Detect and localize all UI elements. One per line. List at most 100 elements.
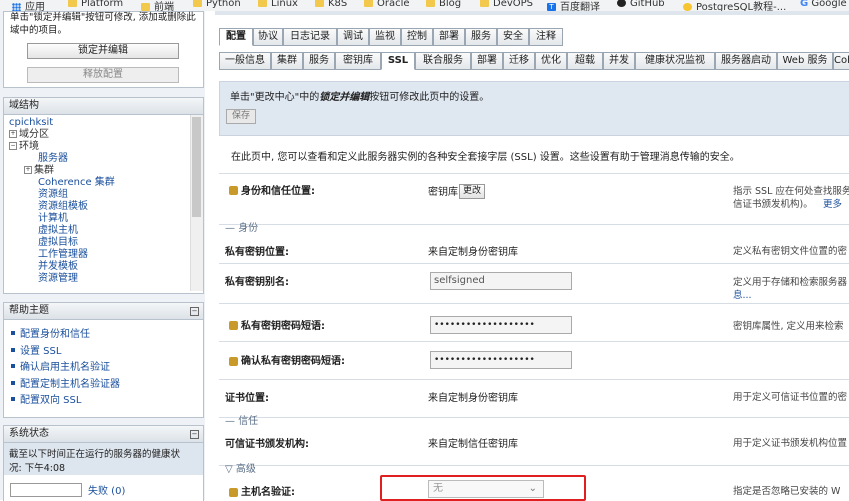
tab-security[interactable]: 安全 — [497, 28, 529, 46]
bookmark-github[interactable]: GitHub — [617, 0, 665, 9]
bookmark-google[interactable]: G Google — [800, 0, 847, 9]
divider — [219, 173, 849, 174]
subtab-server-start[interactable]: 服务器启动 — [715, 52, 777, 70]
help-link-two-way-ssl[interactable]: 配置双向 SSL — [20, 391, 81, 406]
subtab-health-monitoring[interactable]: 健康状况监视 — [635, 52, 715, 70]
subtab-federation-services[interactable]: 联合服务 — [415, 52, 471, 70]
tree-item-environment[interactable]: − 环境 — [9, 141, 39, 153]
tree-item-resource-groups[interactable]: 资源组 — [38, 189, 68, 201]
tree-scrollbar[interactable] — [190, 115, 203, 291]
help-link-identity-trust[interactable]: 配置身份和信任 — [20, 325, 90, 340]
bookmark-k8s[interactable]: K8S — [315, 0, 347, 9]
private-key-location-desc: 定义私有密钥文件位置的密 — [733, 246, 848, 257]
help-link-custom-hostname-verifier[interactable]: 配置定制主机名验证器 — [20, 375, 120, 390]
private-key-alias-desc2[interactable]: 息... — [733, 287, 752, 301]
scrollbar-thumb[interactable] — [192, 117, 201, 217]
tab-logging[interactable]: 日志记录 — [283, 28, 337, 46]
subtab-coherence[interactable]: Cohe — [833, 52, 849, 70]
key-icon — [229, 357, 238, 366]
subtab-general[interactable]: 一般信息 — [219, 52, 271, 70]
confirm-pass-phrase-input[interactable]: ••••••••••••••••••• — [430, 351, 572, 369]
more-link[interactable]: 更多 — [823, 196, 842, 210]
bullet-icon — [11, 381, 15, 385]
tree-item-servers[interactable]: 服务器 — [38, 153, 68, 165]
subtab-ssl[interactable]: SSL — [381, 52, 415, 70]
tab-control[interactable]: 控制 — [401, 28, 433, 46]
section-identity: — 身份 — [225, 223, 259, 234]
expand-icon[interactable]: + — [9, 130, 17, 138]
domain-structure-panel: 域结构 cpichksit + 域分区 − 环境 服务器 + 集群 Coherence… — [3, 97, 204, 294]
intro-text: 在此页中, 您可以查看和定义此服务器实例的各种安全套接字层 (SSL) 设置。这… — [231, 152, 740, 163]
subtab-cluster[interactable]: 集群 — [271, 52, 303, 70]
tree-item-virtual-hosts[interactable]: 虚拟主机 — [38, 225, 78, 237]
tab-services[interactable]: 服务 — [465, 28, 497, 46]
tree-item-resource-management[interactable]: 资源管理 — [38, 273, 78, 285]
divider — [219, 303, 849, 304]
hostname-verification-select[interactable]: 无 ⌄ — [428, 480, 544, 498]
bookmark-oracle[interactable]: Oracle — [364, 0, 410, 9]
pass-phrase-input[interactable]: ••••••••••••••••••• — [430, 316, 572, 334]
subtab-web-services[interactable]: Web 服务 — [777, 52, 833, 70]
subtab-tuning[interactable]: 优化 — [535, 52, 567, 70]
change-center-panel: 单击"锁定并编辑"按钮可修改, 添加或删除此 域中的项目。 锁定并编辑 释放配置 — [3, 11, 204, 88]
main-content: 配置 协议 日志记录 调试 监视 控制 部署 服务 安全 注释 一般信息 集群 … — [215, 11, 849, 501]
divider — [219, 224, 849, 225]
subtab-concurrency[interactable]: 并发 — [603, 52, 635, 70]
tree-item-work-managers[interactable]: 工作管理器 — [38, 249, 88, 261]
header-strip — [215, 11, 849, 15]
tab-protocols[interactable]: 协议 — [253, 28, 283, 46]
collapse-icon[interactable]: − — [190, 430, 199, 439]
collapse-icon[interactable]: − — [190, 307, 199, 316]
help-link-setup-ssl[interactable]: 设置 SSL — [20, 342, 61, 357]
hostname-verification-desc: 指定是否忽略已安装的 W — [733, 486, 841, 497]
system-status-panel: 系统状态 − 截至以下时间正在运行的服务器的健康状 况: 下午4:08 失败 (… — [3, 425, 204, 501]
translate-icon: T — [547, 3, 556, 11]
identity-trust-desc1: 指示 SSL 应在何处查找服务 — [733, 186, 849, 197]
lock-and-edit-button[interactable]: 锁定并编辑 — [27, 43, 179, 59]
tree-item-concurrent-templates[interactable]: 并发模板 — [38, 261, 78, 273]
tree-item-domain-partitions[interactable]: + 域分区 — [9, 129, 49, 141]
subtab-services[interactable]: 服务 — [303, 52, 335, 70]
folder-icon — [364, 0, 373, 7]
tree-item-resource-group-templates[interactable]: 资源组模板 — [38, 201, 88, 213]
divider — [219, 465, 849, 466]
bullet-icon — [11, 331, 15, 335]
bookmark-linux[interactable]: Linux — [258, 0, 298, 9]
release-configuration-button[interactable]: 释放配置 — [27, 67, 179, 83]
subtab-migration[interactable]: 迁移 — [503, 52, 535, 70]
failed-count-link[interactable]: 失败 (0) — [88, 482, 125, 497]
bookmark-devops[interactable]: DevOPS — [480, 0, 533, 9]
folder-icon — [193, 0, 202, 7]
tab-deployments[interactable]: 部署 — [433, 28, 465, 46]
bookmark-python[interactable]: Python — [193, 0, 241, 9]
expand-icon[interactable]: + — [24, 166, 32, 174]
bookmark-blog[interactable]: Blog — [426, 0, 461, 9]
tree-item-virtual-targets[interactable]: 虚拟目标 — [38, 237, 78, 249]
pass-phrase-label: 私有密钥密码短语: — [241, 321, 325, 332]
tab-configuration[interactable]: 配置 — [219, 28, 253, 46]
bookmark-baidu-translate[interactable]: T 百度翻译 — [547, 0, 600, 11]
subtab-overload[interactable]: 超载 — [567, 52, 603, 70]
collapse-icon[interactable]: − — [9, 142, 17, 150]
save-button[interactable]: 保存 — [226, 109, 256, 124]
pass-phrase-desc: 密钥库属性, 定义用来检索 — [733, 321, 844, 332]
bookmark-postgresql[interactable]: PostgreSQL教程-... — [683, 0, 786, 11]
tab-notes[interactable]: 注释 — [529, 28, 563, 46]
tab-monitoring[interactable]: 监视 — [369, 28, 401, 46]
subtab-deployment[interactable]: 部署 — [471, 52, 503, 70]
postgres-icon — [683, 3, 692, 11]
cert-location-desc: 用于定义可信证书位置的密 — [733, 392, 848, 403]
subtab-keystores[interactable]: 密钥库 — [335, 52, 381, 70]
help-link-hostname-verification[interactable]: 确认启用主机名验证 — [20, 358, 110, 373]
info-bar: 单击"更改中心"中的锁定并编辑按钮可修改此页中的设置。 保存 — [219, 81, 849, 136]
tree-item-coherence-clusters[interactable]: Coherence 集群 — [38, 177, 115, 189]
tab-debug[interactable]: 调试 — [337, 28, 369, 46]
trusted-ca-value: 来自定制信任密钥库 — [428, 439, 518, 450]
tree-root[interactable]: cpichksit — [9, 117, 53, 129]
bookmark-platform[interactable]: Platform — [68, 0, 123, 9]
private-key-alias-input[interactable]: selfsigned — [430, 272, 572, 290]
tree-item-machines[interactable]: 计算机 — [38, 213, 68, 225]
tree-item-clusters[interactable]: + 集群 — [24, 165, 54, 177]
change-button[interactable]: 更改 — [459, 184, 486, 199]
section-advanced[interactable]: ▽ 高级 — [225, 460, 256, 475]
